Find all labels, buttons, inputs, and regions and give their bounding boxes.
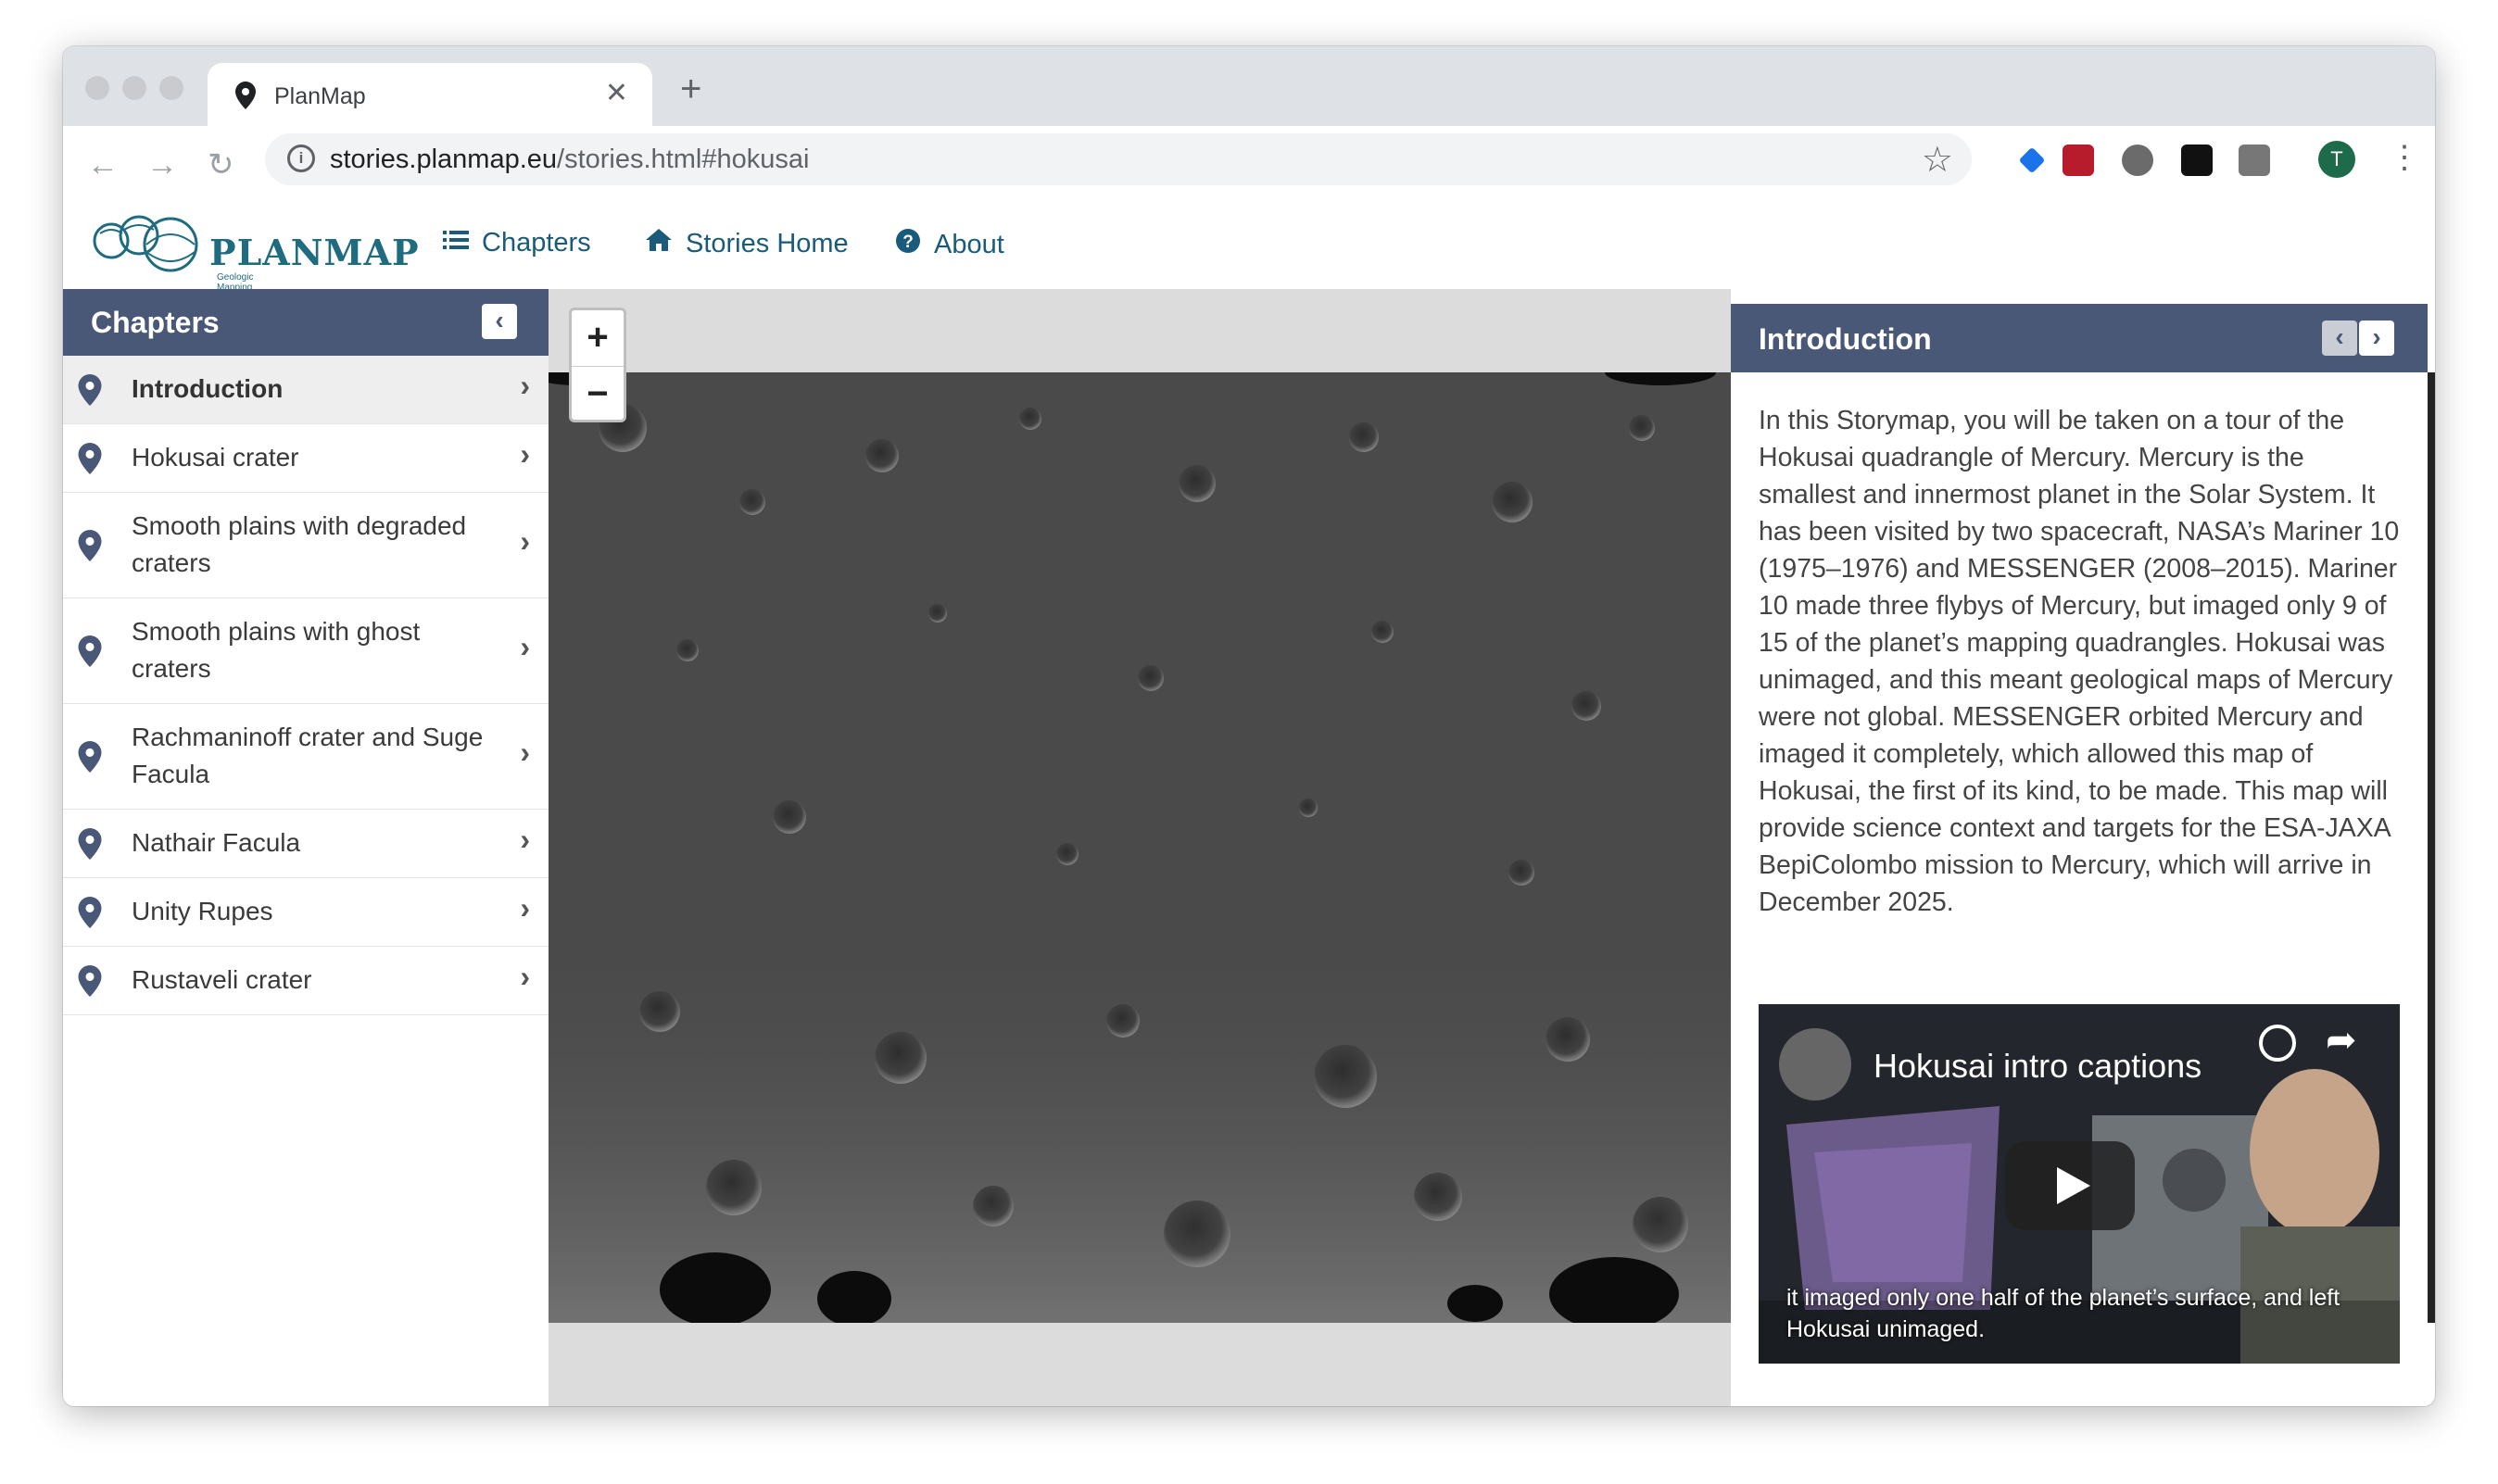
nav-chapters-label: Chapters	[482, 228, 591, 258]
chapter-item-rachmaninoff[interactable]: Rachmaninoff crater and Suge Facula ›	[63, 704, 549, 810]
map-edge-strip	[2428, 372, 2435, 1323]
chevron-right-icon: ›	[520, 437, 530, 471]
share-arrow-icon[interactable]: ➦	[2326, 1019, 2357, 1062]
more-menu-icon[interactable]: ⋮	[2389, 139, 2420, 176]
nav-about-link[interactable]: ? About	[895, 228, 1004, 261]
bookmark-star-icon[interactable]: ☆	[1922, 139, 1953, 181]
map-marker-icon	[78, 965, 102, 1001]
url-text: stories.planmap.eu/stories.html#hokusai	[330, 145, 810, 174]
map-marker-icon	[78, 374, 102, 410]
mercury-map-tiles[interactable]	[549, 372, 1731, 1323]
play-button-icon[interactable]	[2005, 1141, 2135, 1230]
chapter-label: Unity Rupes	[132, 897, 273, 925]
site-navbar: PLANMAP Geologic Mapping of our Solar Sy…	[63, 195, 2435, 323]
tab-strip: PlanMap ✕ +	[63, 46, 2435, 126]
story-panel: Introduction ‹ › In this Storymap, you w…	[1731, 304, 2428, 1406]
nav-stories-home-label: Stories Home	[686, 228, 849, 258]
chapter-item-introduction[interactable]: Introduction ›	[63, 356, 549, 424]
chapter-item-unity-rupes[interactable]: Unity Rupes ›	[63, 878, 549, 947]
youtube-video-embed[interactable]: Hokusai intro captions it imaged only on…	[1759, 1004, 2400, 1364]
chapter-label: Introduction	[132, 374, 284, 403]
map-marker-icon	[78, 443, 102, 479]
chapter-label: Smooth plains with ghost craters	[132, 617, 421, 683]
channel-avatar-icon	[1779, 1028, 1851, 1100]
nav-stories-home-link[interactable]: Stories Home	[645, 228, 849, 259]
chapter-item-hokusai-crater[interactable]: Hokusai crater ›	[63, 424, 549, 493]
planmap-logo[interactable]: PLANMAP Geologic Mapping of our Solar Sy…	[91, 206, 419, 323]
sidebar-header: Chapters ‹	[63, 289, 549, 356]
map-zoom-control: + −	[569, 308, 626, 422]
chapter-item-smooth-plains-ghost[interactable]: Smooth plains with ghost craters ›	[63, 598, 549, 704]
extension-icon[interactable]	[2063, 145, 2094, 176]
chapter-label: Smooth plains with degraded craters	[132, 511, 467, 577]
chevron-right-icon: ›	[520, 630, 530, 663]
watch-later-clock-icon[interactable]	[2259, 1025, 2296, 1062]
browser-tab[interactable]: PlanMap ✕	[208, 63, 652, 126]
story-panel-header: Introduction ‹ ›	[1731, 304, 2428, 372]
zoom-in-button[interactable]: +	[572, 310, 624, 366]
collapse-sidebar-button[interactable]: ‹	[482, 304, 517, 339]
home-icon	[645, 228, 673, 259]
map-marker-icon	[78, 828, 102, 864]
question-circle-icon: ?	[895, 228, 921, 261]
chevron-right-icon: ›	[520, 736, 530, 769]
map-marker-icon	[78, 897, 102, 933]
crater-surface-image	[549, 372, 1731, 1323]
chapters-sidebar: Chapters ‹ Introduction › Hokusai crater…	[63, 289, 549, 1406]
profile-avatar[interactable]: T	[2318, 141, 2355, 178]
nav-about-label: About	[934, 229, 1004, 259]
tab-title: PlanMap	[274, 83, 366, 109]
next-chapter-button[interactable]: ›	[2359, 321, 2394, 356]
planmap-globes-icon	[93, 215, 198, 272]
forward-arrow-icon[interactable]: →	[146, 146, 178, 183]
nav-chapters-link[interactable]: Chapters	[443, 228, 591, 258]
story-panel-title: Introduction	[1759, 322, 1932, 356]
info-icon[interactable]: i	[287, 145, 315, 172]
sidebar-title: Chapters	[91, 306, 220, 339]
chapter-label: Rachmaninoff crater and Suge Facula	[132, 723, 484, 788]
map-marker-icon	[78, 741, 102, 777]
maximize-window-button[interactable]	[159, 76, 183, 100]
map-marker-icon	[78, 530, 102, 566]
chapter-item-rustaveli-crater[interactable]: Rustaveli crater ›	[63, 947, 549, 1015]
chevron-right-icon: ›	[520, 524, 530, 558]
extension-icon[interactable]	[2018, 146, 2046, 174]
new-tab-button[interactable]: +	[680, 70, 701, 107]
map-pin-icon	[235, 82, 256, 114]
map-marker-icon	[78, 635, 102, 672]
minimize-window-button[interactable]	[122, 76, 146, 100]
chapter-label: Nathair Facula	[132, 828, 301, 857]
extension-icon[interactable]	[2122, 145, 2153, 176]
extension-icon[interactable]	[2239, 145, 2270, 176]
story-panel-body: In this Storymap, you will be taken on a…	[1759, 406, 2400, 917]
svg-text:?: ?	[902, 233, 914, 252]
chevron-right-icon: ›	[520, 369, 530, 402]
chapter-label: Hokusai crater	[132, 443, 299, 472]
chapter-item-smooth-plains-degraded[interactable]: Smooth plains with degraded craters ›	[63, 493, 549, 598]
chapter-label: Rustaveli crater	[132, 965, 312, 994]
close-tab-icon[interactable]: ✕	[605, 78, 628, 109]
list-icon	[443, 228, 469, 258]
extension-icon[interactable]	[2181, 145, 2213, 176]
chapter-item-nathair-facula[interactable]: Nathair Facula ›	[63, 810, 549, 878]
chevron-right-icon: ›	[520, 823, 530, 856]
reload-icon[interactable]: ↻	[208, 146, 234, 183]
logo-text: PLANMAP	[209, 232, 420, 273]
chevron-right-icon: ›	[520, 960, 530, 993]
close-window-button[interactable]	[85, 76, 109, 100]
zoom-out-button[interactable]: −	[572, 367, 624, 422]
browser-window: PlanMap ✕ + ← → ↻ i stories.planmap.eu/s…	[63, 46, 2435, 1406]
address-bar[interactable]: i stories.planmap.eu/stories.html#hokusa…	[265, 133, 1972, 185]
video-title: Hokusai intro captions	[1874, 1047, 2202, 1085]
video-caption: it imaged only one half of the planet’s …	[1786, 1285, 2340, 1342]
back-arrow-icon[interactable]: ←	[87, 146, 119, 183]
previous-chapter-button[interactable]: ‹	[2322, 321, 2357, 356]
chevron-right-icon: ›	[520, 891, 530, 924]
